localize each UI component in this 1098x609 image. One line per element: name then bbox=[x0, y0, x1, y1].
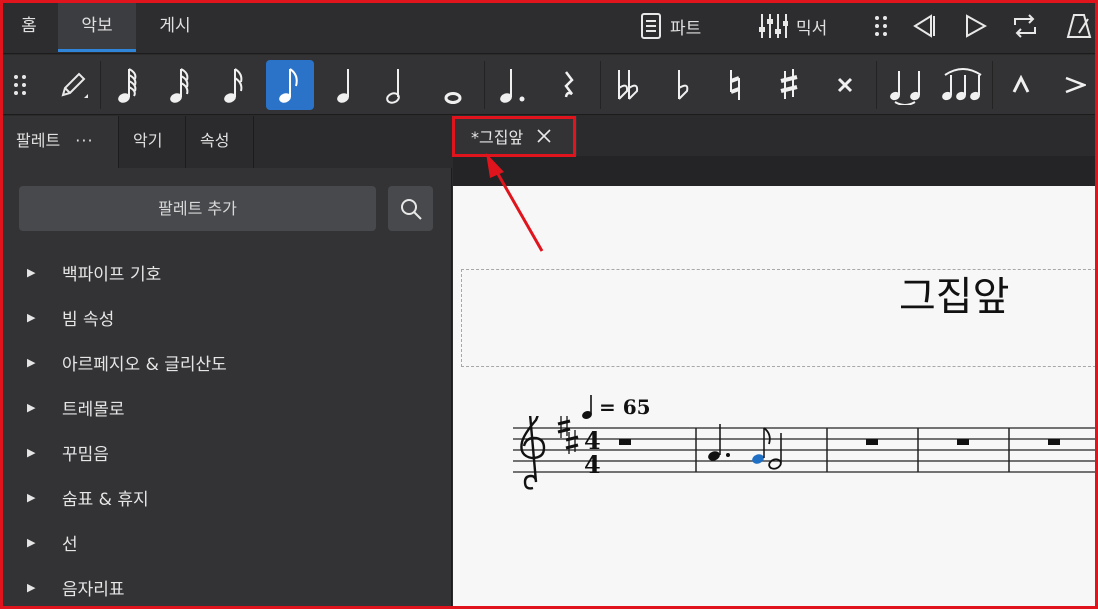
metronome-icon[interactable] bbox=[1064, 10, 1094, 42]
palette-item-tremolo[interactable]: ▶ 트레몰로 bbox=[0, 387, 450, 427]
palette-item-beam-properties[interactable]: ▶ 빔 속성 bbox=[0, 297, 450, 337]
half-note-icon[interactable] bbox=[372, 61, 418, 109]
slur-icon[interactable] bbox=[938, 61, 984, 109]
mixer-button[interactable]: 믹서 bbox=[758, 10, 827, 42]
expand-arrow-icon: ▶ bbox=[27, 400, 36, 414]
palette-search-button[interactable] bbox=[388, 186, 433, 231]
whole-rest bbox=[866, 439, 878, 445]
time-signature-bottom: 4 bbox=[584, 450, 601, 479]
loop-icon[interactable] bbox=[1010, 10, 1040, 42]
search-icon bbox=[400, 198, 422, 220]
note-input-toolbar bbox=[0, 55, 1098, 115]
augmentation-dot-icon[interactable] bbox=[490, 61, 536, 109]
top-bar: 홈 악보 게시 파트 믹서 bbox=[0, 0, 1098, 54]
expand-arrow-icon: ▶ bbox=[27, 535, 36, 549]
rest-icon[interactable] bbox=[546, 61, 592, 109]
accent-icon[interactable] bbox=[1052, 61, 1098, 109]
double-flat-icon[interactable] bbox=[606, 61, 652, 109]
sixtyfourth-note-icon[interactable] bbox=[106, 61, 152, 109]
treble-clef-icon bbox=[520, 416, 546, 490]
expand-arrow-icon: ▶ bbox=[27, 580, 36, 594]
natural-icon[interactable] bbox=[712, 61, 758, 109]
score-page[interactable]: 그집앞 = 65 4 4 bbox=[453, 186, 1098, 609]
sharp-icon[interactable] bbox=[766, 61, 812, 109]
tab-instruments[interactable]: 악기 bbox=[119, 116, 186, 168]
tie-icon[interactable] bbox=[884, 61, 930, 109]
parts-button[interactable]: 파트 bbox=[640, 10, 701, 42]
tab-publish[interactable]: 게시 bbox=[136, 0, 214, 52]
tab-properties[interactable]: 속성 bbox=[186, 116, 254, 168]
add-palette-button[interactable]: 팔레트 추가 bbox=[19, 186, 376, 231]
selected-eighth-note bbox=[752, 454, 764, 464]
mixer-icon bbox=[759, 14, 788, 38]
score-title[interactable]: 그집앞 bbox=[899, 264, 1009, 322]
expand-arrow-icon: ▶ bbox=[27, 445, 36, 459]
expand-arrow-icon: ▶ bbox=[27, 310, 36, 324]
rewind-icon[interactable] bbox=[908, 10, 938, 42]
palette-item-arpeggio-glissando[interactable]: ▶ 아르페지오 & 글리산도 bbox=[0, 342, 450, 382]
score-ruler-strip bbox=[453, 156, 1098, 186]
drag-handle-icon[interactable] bbox=[866, 10, 896, 42]
quarter-note-icon[interactable] bbox=[322, 61, 368, 109]
tab-home[interactable]: 홈 bbox=[0, 0, 58, 52]
expand-arrow-icon: ▶ bbox=[27, 265, 36, 279]
palette-item-lines[interactable]: ▶ 선 bbox=[0, 522, 450, 562]
palette-item-clefs[interactable]: ▶ 음자리표 bbox=[0, 567, 450, 607]
dotted-quarter-note bbox=[708, 451, 720, 461]
parts-label: 파트 bbox=[670, 18, 702, 39]
tab-score[interactable]: 악보 bbox=[58, 0, 136, 52]
eighth-note-icon[interactable] bbox=[266, 60, 314, 110]
panel-tabs: 팔레트 ··· 악기 속성 bbox=[0, 116, 452, 168]
mixer-label: 믹서 bbox=[796, 18, 828, 39]
palette-item-bagpipe[interactable]: ▶ 백파이프 기호 bbox=[0, 252, 450, 292]
expand-arrow-icon: ▶ bbox=[27, 355, 36, 369]
palette-item-breaths-pauses[interactable]: ▶ 숨표 & 휴지 bbox=[0, 477, 450, 517]
whole-rest bbox=[619, 439, 631, 445]
double-sharp-icon[interactable] bbox=[822, 61, 868, 109]
whole-rest bbox=[957, 439, 969, 445]
thirtysecond-note-icon[interactable] bbox=[158, 61, 204, 109]
palettes-more-icon[interactable]: ··· bbox=[75, 131, 93, 150]
play-icon[interactable] bbox=[960, 10, 990, 42]
highlight-box bbox=[452, 116, 576, 157]
parts-icon bbox=[641, 13, 661, 39]
expand-arrow-icon: ▶ bbox=[27, 490, 36, 504]
palette-item-grace-notes[interactable]: ▶ 꾸밈음 bbox=[0, 432, 450, 472]
key-signature bbox=[557, 416, 579, 454]
palettes-panel: 팔레트 ··· 악기 속성 팔레트 추가 ▶ 백파이프 기호 ▶ 빔 속성 ▶ 아르페… bbox=[0, 116, 452, 609]
whole-note-icon[interactable] bbox=[430, 61, 476, 109]
staff[interactable]: 4 4 bbox=[453, 416, 1098, 546]
note-input-pencil-icon[interactable] bbox=[50, 61, 96, 109]
half-note bbox=[768, 458, 782, 470]
toolbar-drag-handle-icon[interactable] bbox=[0, 61, 40, 109]
tab-palettes[interactable]: 팔레트 ··· bbox=[0, 116, 119, 168]
sixteenth-note-icon[interactable] bbox=[212, 61, 258, 109]
whole-rest bbox=[1048, 439, 1060, 445]
flat-icon[interactable] bbox=[660, 61, 706, 109]
marcato-icon[interactable] bbox=[998, 61, 1044, 109]
